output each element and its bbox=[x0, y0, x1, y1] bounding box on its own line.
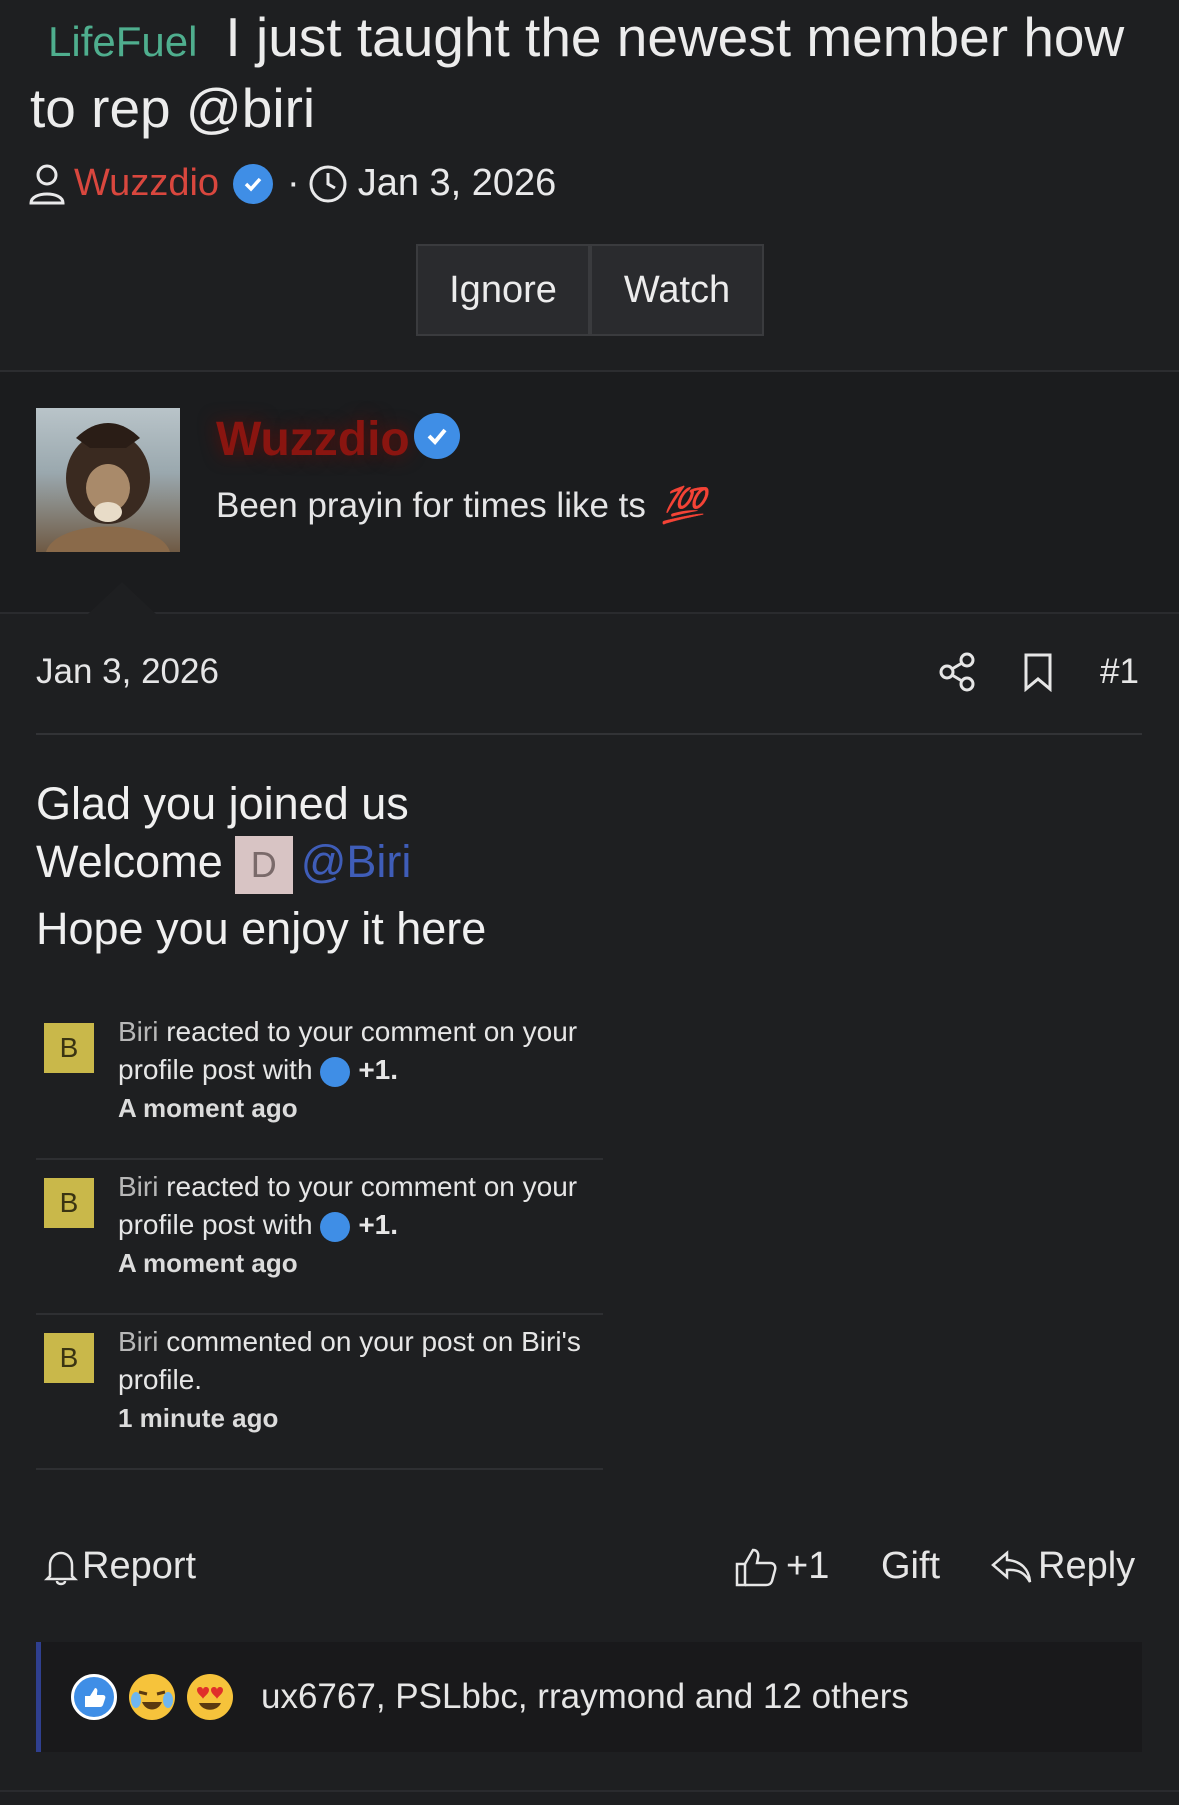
bell-icon bbox=[43, 1548, 79, 1586]
post-date[interactable]: Jan 3, 2026 bbox=[36, 652, 219, 692]
notification-reaction: +1. bbox=[358, 1209, 399, 1240]
reactions-bar[interactable]: ux6767, PSLbbc, rraymond and 12 others bbox=[36, 1642, 1142, 1752]
notification-item[interactable]: B Biri reacted to your comment on your p… bbox=[36, 1158, 603, 1315]
userbar-divider bbox=[0, 612, 1179, 614]
ignore-button[interactable]: Ignore bbox=[416, 244, 590, 336]
mention-link[interactable]: @Biri bbox=[301, 836, 412, 887]
report-label: Report bbox=[82, 1545, 197, 1587]
thread-prefix[interactable]: LifeFuel bbox=[48, 18, 197, 65]
user-status: Been prayin for times like ts 💯 bbox=[216, 485, 705, 526]
notification-item[interactable]: B Biri reacted to your comment on your p… bbox=[36, 1003, 603, 1160]
thread-header: LifeFuel I just taught the newest member … bbox=[0, 0, 1179, 370]
notification-time: A moment ago bbox=[118, 1093, 298, 1123]
title-line-1: I just taught the newest member how bbox=[225, 6, 1125, 68]
welcome-text: Welcome bbox=[36, 836, 223, 887]
post-line-3: Hope you enjoy it here bbox=[36, 903, 487, 954]
mention-avatar: D bbox=[234, 836, 293, 895]
bookmark-icon[interactable] bbox=[1022, 652, 1054, 697]
notification-time: A moment ago bbox=[118, 1248, 298, 1278]
footer-divider bbox=[0, 1790, 1179, 1792]
notification-time: 1 minute ago bbox=[118, 1403, 279, 1433]
post-header-divider bbox=[36, 733, 1142, 735]
notification-user: Biri bbox=[118, 1326, 159, 1357]
verified-badge-icon bbox=[233, 163, 274, 204]
thread-author[interactable]: Wuzzdio bbox=[74, 162, 219, 205]
notification-user: Biri bbox=[118, 1016, 159, 1047]
clock-icon bbox=[308, 164, 348, 204]
title-line-2: to rep @biri bbox=[30, 77, 316, 139]
post-number[interactable]: #1 bbox=[1100, 652, 1139, 692]
thread-meta: Wuzzdio · Jan 3, 2026 bbox=[28, 162, 556, 205]
hundred-emoji: 💯 bbox=[661, 486, 706, 525]
gift-button[interactable]: Gift bbox=[881, 1545, 940, 1588]
thread-title: LifeFuel I just taught the newest member … bbox=[30, 0, 1150, 146]
reactions-summary[interactable]: ux6767, PSLbbc, rraymond and 12 others bbox=[261, 1677, 909, 1717]
post-username[interactable]: Wuzzdio bbox=[216, 412, 410, 467]
like-button[interactable]: +1 bbox=[734, 1545, 829, 1588]
notification-user: Biri bbox=[118, 1171, 159, 1202]
share-icon[interactable] bbox=[938, 652, 976, 697]
reply-icon bbox=[990, 1549, 1032, 1585]
like-label: +1 bbox=[786, 1545, 830, 1587]
crying-laughing-emoji-icon bbox=[129, 1674, 175, 1720]
like-reaction-icon bbox=[71, 1674, 117, 1720]
status-text: Been prayin for times like ts bbox=[216, 486, 646, 525]
report-button[interactable]: Report bbox=[43, 1545, 197, 1588]
post-line-2: Welcome D @Biri bbox=[36, 836, 412, 895]
reply-label: Reply bbox=[1038, 1545, 1136, 1587]
notification-item[interactable]: B Biri commented on your post on Biri's … bbox=[36, 1313, 603, 1470]
watch-button[interactable]: Watch bbox=[590, 244, 764, 336]
thread-date: Jan 3, 2026 bbox=[357, 162, 557, 204]
avatar[interactable] bbox=[36, 408, 180, 552]
post-arrow bbox=[88, 582, 156, 614]
notification-avatar: B bbox=[44, 1023, 94, 1073]
meta-separator: · bbox=[287, 162, 300, 204]
thumbs-up-icon bbox=[734, 1546, 778, 1588]
like-reaction-icon bbox=[320, 1056, 351, 1087]
heart-eyes-emoji-icon bbox=[187, 1674, 233, 1720]
post-line-1: Glad you joined us bbox=[36, 778, 409, 829]
notification-text: commented on your post on Biri's profile… bbox=[118, 1326, 581, 1395]
notification-avatar: B bbox=[44, 1333, 94, 1383]
notification-reaction: +1. bbox=[358, 1054, 399, 1085]
notification-avatar: B bbox=[44, 1178, 94, 1228]
like-reaction-icon bbox=[320, 1211, 351, 1242]
user-icon bbox=[28, 163, 66, 205]
verified-badge-icon bbox=[414, 413, 460, 459]
reply-button[interactable]: Reply bbox=[990, 1545, 1135, 1588]
